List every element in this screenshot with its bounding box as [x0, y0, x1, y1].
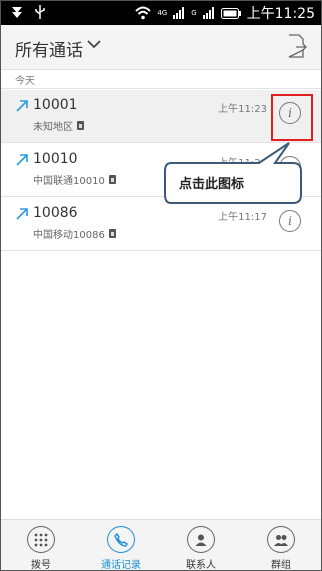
call-filter-dropdown[interactable]: 所有通话 — [15, 36, 83, 61]
network-type-1: 4G — [157, 9, 168, 17]
nav-contacts[interactable]: 联系人 — [161, 520, 241, 571]
nav-dialpad[interactable]: 拨号 — [1, 520, 81, 571]
call-number: 10001 — [33, 97, 78, 113]
battery-icon — [220, 7, 241, 19]
outgoing-call-icon — [16, 154, 28, 166]
nav-label: 联系人 — [186, 560, 216, 571]
highlight-box — [271, 94, 313, 141]
dialpad-icon — [34, 533, 48, 546]
contact-icon — [195, 534, 207, 546]
usb-icon — [35, 5, 45, 19]
call-location: 未知地区 — [33, 122, 73, 133]
divider — [1, 250, 321, 251]
phone-screen: 4G G 上午11:25 所有通话 今天 10001 未知地区 上午11:23 … — [0, 0, 322, 571]
outgoing-call-icon — [16, 208, 28, 220]
nav-label: 群组 — [271, 560, 291, 571]
status-bar: 4G G 上午11:25 — [1, 1, 321, 25]
bottom-navigation: 拨号 通话记录 联系人 群组 — [1, 519, 321, 571]
section-header-today: 今天 — [15, 76, 35, 87]
nav-groups[interactable]: 群组 — [241, 520, 321, 571]
call-number: 10010 — [33, 151, 78, 167]
divider — [1, 69, 321, 70]
call-number: 10086 — [33, 205, 78, 221]
call-time: 上午11:17 — [218, 212, 267, 223]
wifi-icon — [135, 6, 152, 20]
nav-label: 通话记录 — [101, 560, 141, 571]
signal-bars-icon — [202, 7, 214, 19]
outgoing-call-icon — [16, 100, 28, 112]
group-icon — [274, 534, 288, 546]
notification-icon — [12, 7, 22, 18]
network-type-2: G — [191, 9, 197, 17]
phone-icon — [114, 532, 128, 547]
clock: 上午11:25 — [246, 6, 315, 22]
callout-text: 点击此图标 — [179, 177, 245, 192]
sim-card-icon — [108, 229, 116, 238]
call-location: 中国联通10010 — [33, 176, 105, 187]
call-details-button[interactable]: i — [279, 210, 301, 232]
top-bar: 所有通话 — [1, 25, 321, 69]
call-location: 中国移动10086 — [33, 230, 105, 241]
nav-call-log[interactable]: 通话记录 — [81, 520, 161, 571]
sim-card-icon — [77, 121, 84, 130]
signal-bars-icon — [173, 7, 185, 19]
chevron-down-icon[interactable] — [87, 39, 101, 49]
export-icon[interactable] — [287, 34, 307, 58]
sim-card-icon — [108, 175, 116, 184]
divider — [1, 88, 321, 89]
call-time: 上午11:23 — [218, 104, 267, 115]
nav-label: 拨号 — [31, 560, 51, 571]
